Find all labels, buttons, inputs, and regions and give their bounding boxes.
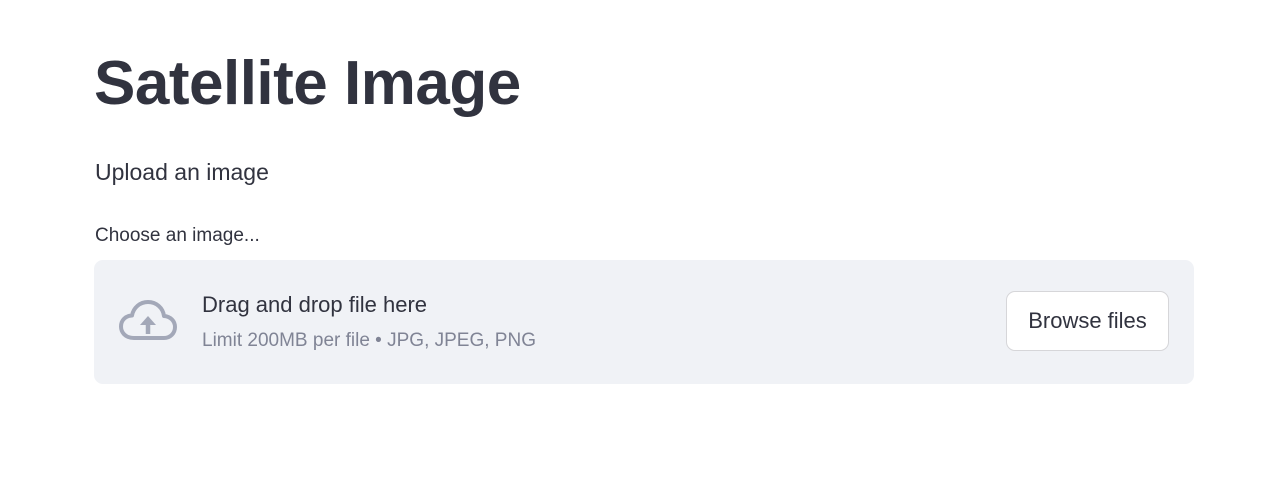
cloud-upload-icon [118,298,178,344]
browse-files-button[interactable]: Browse files [1006,291,1169,351]
file-uploader-label: Choose an image... [95,225,260,246]
drag-drop-text: Drag and drop file here [202,292,428,317]
file-limit-text: Limit 200MB per file • JPG, JPEG, PNG [202,330,536,351]
page-subtitle: Upload an image [95,159,269,185]
page-title: Satellite Image [94,49,521,118]
dropzone-instructions: Drag and drop file here Limit 200MB per … [202,289,536,354]
file-dropzone[interactable]: Drag and drop file here Limit 200MB per … [94,260,1194,384]
